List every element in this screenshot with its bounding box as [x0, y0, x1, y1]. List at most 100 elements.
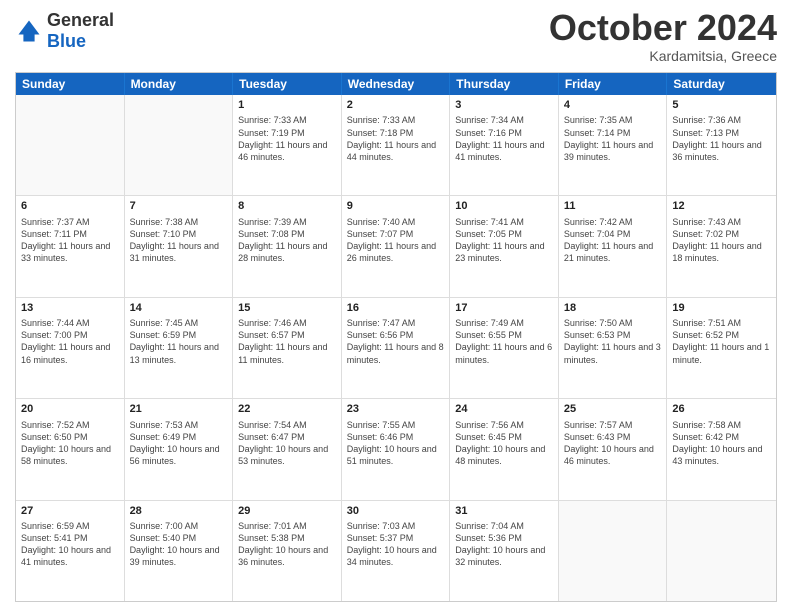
day-info: Sunrise: 7:04 AM Sunset: 5:36 PM Dayligh… [455, 520, 553, 569]
calendar-cell: 11 Sunrise: 7:42 AM Sunset: 7:04 PM Dayli… [559, 196, 668, 296]
day-number: 20 [21, 402, 119, 417]
day-of-week-header: Wednesday [342, 73, 451, 95]
day-number: 30 [347, 504, 445, 519]
calendar-cell: 28Sunrise: 7:00 AM Sunset: 5:40 PM Dayli… [125, 501, 234, 601]
day-number: 25 [564, 402, 662, 417]
day-info: Sunrise: 7:49 AM Sunset: 6:55 PM Dayligh… [455, 317, 553, 366]
calendar-row: 6 Sunrise: 7:37 AM Sunset: 7:11 PM Daylig… [16, 195, 776, 296]
day-number: 18 [564, 301, 662, 316]
day-number: 2 [347, 98, 445, 113]
day-of-week-header: Friday [559, 73, 668, 95]
day-number: 12 [672, 199, 771, 214]
logo-blue: Blue [47, 31, 86, 51]
day-of-week-header: Thursday [450, 73, 559, 95]
day-info: Sunrise: 7:52 AM Sunset: 6:50 PM Dayligh… [21, 419, 119, 468]
header: General Blue October 2024 Kardamitsia, G… [15, 10, 777, 64]
day-info: Sunrise: 7:39 AM Sunset: 7:08 PM Dayligh… [238, 216, 336, 265]
day-info: Sunrise: 7:57 AM Sunset: 6:43 PM Dayligh… [564, 419, 662, 468]
day-info: Sunrise: 7:43 AM Sunset: 7:02 PM Dayligh… [672, 216, 771, 265]
calendar-cell: 3Sunrise: 7:34 AM Sunset: 7:16 PM Daylig… [450, 95, 559, 195]
calendar-cell: 6 Sunrise: 7:37 AM Sunset: 7:11 PM Daylig… [16, 196, 125, 296]
day-info: Sunrise: 7:54 AM Sunset: 6:47 PM Dayligh… [238, 419, 336, 468]
day-number: 8 [238, 199, 336, 214]
logo-icon [15, 17, 43, 45]
day-number: 13 [21, 301, 119, 316]
day-info: Sunrise: 7:47 AM Sunset: 6:56 PM Dayligh… [347, 317, 445, 366]
calendar-cell: 22 Sunrise: 7:54 AM Sunset: 6:47 PM Dayli… [233, 399, 342, 499]
day-number: 29 [238, 504, 336, 519]
page: General Blue October 2024 Kardamitsia, G… [0, 0, 792, 612]
logo: General Blue [15, 10, 114, 52]
calendar-cell: 12 Sunrise: 7:43 AM Sunset: 7:02 PM Dayli… [667, 196, 776, 296]
day-number: 10 [455, 199, 553, 214]
day-number: 7 [130, 199, 228, 214]
day-info: Sunrise: 7:03 AM Sunset: 5:37 PM Dayligh… [347, 520, 445, 569]
calendar-cell [559, 501, 668, 601]
calendar-cell: 18Sunrise: 7:50 AM Sunset: 6:53 PM Dayli… [559, 298, 668, 398]
day-info: Sunrise: 7:45 AM Sunset: 6:59 PM Dayligh… [130, 317, 228, 366]
calendar-title: October 2024 [549, 10, 777, 46]
calendar-row: 13Sunrise: 7:44 AM Sunset: 7:00 PM Dayli… [16, 297, 776, 398]
calendar-cell: 21 Sunrise: 7:53 AM Sunset: 6:49 PM Dayli… [125, 399, 234, 499]
day-info: Sunrise: 7:34 AM Sunset: 7:16 PM Dayligh… [455, 114, 553, 163]
day-number: 31 [455, 504, 553, 519]
calendar-cell: 10Sunrise: 7:41 AM Sunset: 7:05 PM Dayli… [450, 196, 559, 296]
calendar-cell: 5Sunrise: 7:36 AM Sunset: 7:13 PM Daylig… [667, 95, 776, 195]
day-info: Sunrise: 7:55 AM Sunset: 6:46 PM Dayligh… [347, 419, 445, 468]
calendar-header: SundayMondayTuesdayWednesdayThursdayFrid… [16, 73, 776, 95]
calendar-cell: 13Sunrise: 7:44 AM Sunset: 7:00 PM Dayli… [16, 298, 125, 398]
day-number: 22 [238, 402, 336, 417]
calendar-cell: 9Sunrise: 7:40 AM Sunset: 7:07 PM Daylig… [342, 196, 451, 296]
calendar: SundayMondayTuesdayWednesdayThursdayFrid… [15, 72, 777, 602]
day-number: 6 [21, 199, 119, 214]
day-number: 24 [455, 402, 553, 417]
calendar-cell: 27Sunrise: 6:59 AM Sunset: 5:41 PM Dayli… [16, 501, 125, 601]
day-info: Sunrise: 6:59 AM Sunset: 5:41 PM Dayligh… [21, 520, 119, 569]
calendar-body: 1Sunrise: 7:33 AM Sunset: 7:19 PM Daylig… [16, 95, 776, 601]
calendar-cell [125, 95, 234, 195]
calendar-row: 1Sunrise: 7:33 AM Sunset: 7:19 PM Daylig… [16, 95, 776, 195]
day-info: Sunrise: 7:37 AM Sunset: 7:11 PM Dayligh… [21, 216, 119, 265]
day-info: Sunrise: 7:38 AM Sunset: 7:10 PM Dayligh… [130, 216, 228, 265]
calendar-cell: 2Sunrise: 7:33 AM Sunset: 7:18 PM Daylig… [342, 95, 451, 195]
day-of-week-header: Sunday [16, 73, 125, 95]
day-number: 3 [455, 98, 553, 113]
calendar-cell: 20 Sunrise: 7:52 AM Sunset: 6:50 PM Dayli… [16, 399, 125, 499]
day-info: Sunrise: 7:42 AM Sunset: 7:04 PM Dayligh… [564, 216, 662, 265]
day-info: Sunrise: 7:44 AM Sunset: 7:00 PM Dayligh… [21, 317, 119, 366]
day-info: Sunrise: 7:51 AM Sunset: 6:52 PM Dayligh… [672, 317, 771, 366]
calendar-cell: 23Sunrise: 7:55 AM Sunset: 6:46 PM Dayli… [342, 399, 451, 499]
day-info: Sunrise: 7:40 AM Sunset: 7:07 PM Dayligh… [347, 216, 445, 265]
calendar-row: 27Sunrise: 6:59 AM Sunset: 5:41 PM Dayli… [16, 500, 776, 601]
day-info: Sunrise: 7:01 AM Sunset: 5:38 PM Dayligh… [238, 520, 336, 569]
day-number: 26 [672, 402, 771, 417]
calendar-cell: 19Sunrise: 7:51 AM Sunset: 6:52 PM Dayli… [667, 298, 776, 398]
calendar-cell: 25 Sunrise: 7:57 AM Sunset: 6:43 PM Dayli… [559, 399, 668, 499]
day-info: Sunrise: 7:36 AM Sunset: 7:13 PM Dayligh… [672, 114, 771, 163]
day-info: Sunrise: 7:50 AM Sunset: 6:53 PM Dayligh… [564, 317, 662, 366]
day-of-week-header: Tuesday [233, 73, 342, 95]
day-number: 14 [130, 301, 228, 316]
calendar-cell: 15Sunrise: 7:46 AM Sunset: 6:57 PM Dayli… [233, 298, 342, 398]
calendar-cell: 24Sunrise: 7:56 AM Sunset: 6:45 PM Dayli… [450, 399, 559, 499]
calendar-cell: 26 Sunrise: 7:58 AM Sunset: 6:42 PM Dayli… [667, 399, 776, 499]
day-number: 5 [672, 98, 771, 113]
day-info: Sunrise: 7:58 AM Sunset: 6:42 PM Dayligh… [672, 419, 771, 468]
day-number: 1 [238, 98, 336, 113]
day-info: Sunrise: 7:53 AM Sunset: 6:49 PM Dayligh… [130, 419, 228, 468]
day-number: 28 [130, 504, 228, 519]
calendar-cell: 31Sunrise: 7:04 AM Sunset: 5:36 PM Dayli… [450, 501, 559, 601]
calendar-cell: 1Sunrise: 7:33 AM Sunset: 7:19 PM Daylig… [233, 95, 342, 195]
calendar-cell: 17Sunrise: 7:49 AM Sunset: 6:55 PM Dayli… [450, 298, 559, 398]
day-number: 17 [455, 301, 553, 316]
title-section: October 2024 Kardamitsia, Greece [549, 10, 777, 64]
calendar-cell [667, 501, 776, 601]
day-number: 15 [238, 301, 336, 316]
calendar-cell: 29Sunrise: 7:01 AM Sunset: 5:38 PM Dayli… [233, 501, 342, 601]
day-number: 21 [130, 402, 228, 417]
day-info: Sunrise: 7:00 AM Sunset: 5:40 PM Dayligh… [130, 520, 228, 569]
day-number: 11 [564, 199, 662, 214]
calendar-cell: 4Sunrise: 7:35 AM Sunset: 7:14 PM Daylig… [559, 95, 668, 195]
calendar-cell: 8 Sunrise: 7:39 AM Sunset: 7:08 PM Daylig… [233, 196, 342, 296]
calendar-row: 20 Sunrise: 7:52 AM Sunset: 6:50 PM Dayli… [16, 398, 776, 499]
